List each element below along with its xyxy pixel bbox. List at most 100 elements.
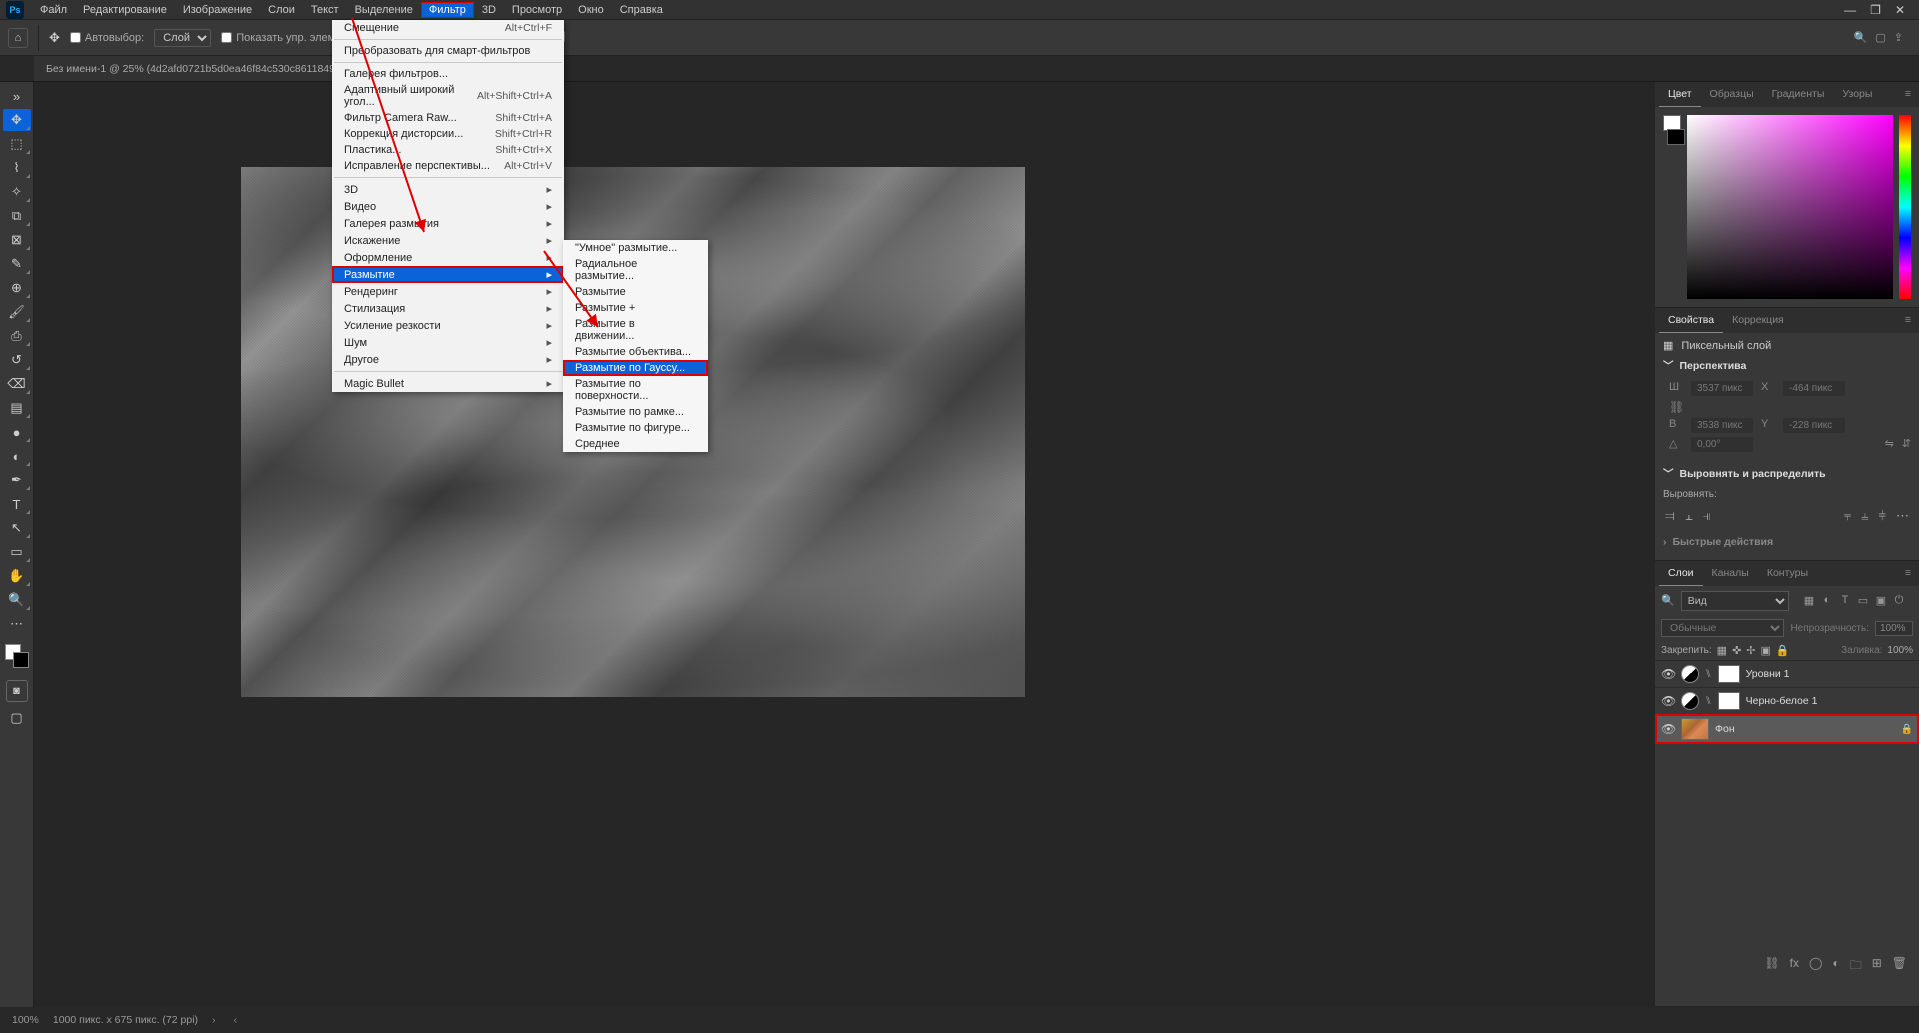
- history-brush-tool[interactable]: ↺: [3, 349, 31, 371]
- chevron-down-icon[interactable]: ﹀: [1663, 358, 1674, 373]
- filter-menu-item[interactable]: Шум▸: [332, 334, 564, 351]
- align-header[interactable]: Выровнять и распределить: [1680, 468, 1826, 480]
- search-icon[interactable]: 🔍: [1854, 31, 1868, 44]
- filter-shape-icon[interactable]: ▭: [1855, 594, 1871, 607]
- panel-menu-icon[interactable]: ≡: [1901, 308, 1915, 333]
- angle-value[interactable]: 0,00°: [1691, 437, 1753, 452]
- background-color[interactable]: [13, 652, 29, 668]
- share-icon[interactable]: ⇪: [1894, 31, 1903, 44]
- menu-text[interactable]: Текст: [303, 2, 347, 18]
- search-icon[interactable]: 🔍: [1661, 594, 1675, 607]
- tool-collapse[interactable]: »: [3, 85, 31, 107]
- opacity-value[interactable]: 100%: [1875, 621, 1913, 636]
- filter-toggle[interactable]: ⏻: [1891, 594, 1907, 607]
- quick-mask[interactable]: ◙: [6, 680, 28, 702]
- menu-3d[interactable]: 3D: [474, 2, 504, 18]
- marquee-tool[interactable]: ⬚: [3, 133, 31, 155]
- type-tool[interactable]: T: [3, 493, 31, 515]
- blur-menu-item[interactable]: "Умное" размытие...: [563, 240, 708, 256]
- chevron-down-icon[interactable]: ﹀: [1663, 466, 1674, 481]
- filter-menu-item[interactable]: Галерея размытия▸: [332, 215, 564, 232]
- w-value[interactable]: 3537 пикс: [1691, 381, 1753, 396]
- menu-layers[interactable]: Слои: [260, 2, 303, 18]
- workspace-icon[interactable]: ▢: [1875, 31, 1885, 44]
- tab-color[interactable]: Цвет: [1659, 82, 1701, 107]
- x-value[interactable]: -464 пикс: [1783, 381, 1845, 396]
- color-swatch[interactable]: [5, 644, 29, 668]
- blend-mode[interactable]: Обычные: [1661, 619, 1784, 637]
- autoselect-checkbox[interactable]: Автовыбор:: [70, 32, 144, 44]
- doc-info[interactable]: 1000 пикс. x 675 пикс. (72 ppi): [53, 1014, 198, 1026]
- align-right-icon[interactable]: ⫣: [1703, 508, 1711, 524]
- layer-mask[interactable]: [1718, 665, 1740, 683]
- hue-slider[interactable]: [1899, 115, 1911, 299]
- visibility-icon[interactable]: 👁: [1661, 694, 1675, 708]
- stamp-tool[interactable]: ⎙: [3, 325, 31, 347]
- blur-menu-item[interactable]: Размытие: [563, 284, 708, 300]
- lock-icon[interactable]: 🔒: [1901, 724, 1913, 735]
- filter-menu-item[interactable]: Адаптивный широкий угол...Alt+Shift+Ctrl…: [332, 82, 564, 110]
- blur-menu-item[interactable]: Размытие по рамке...: [563, 404, 708, 420]
- filter-menu-item[interactable]: Исправление перспективы...Alt+Ctrl+V: [332, 158, 564, 174]
- eraser-tool[interactable]: ⌫: [3, 373, 31, 395]
- canvas-viewport[interactable]: [34, 82, 1655, 1007]
- h-value[interactable]: 3538 пикс: [1691, 418, 1753, 433]
- align-left-icon[interactable]: ⫤: [1665, 508, 1675, 524]
- layer-thumbnail[interactable]: [1681, 718, 1709, 740]
- layer-name[interactable]: Черно-белое 1: [1746, 695, 1913, 707]
- move-tool[interactable]: ✥: [3, 109, 31, 131]
- pen-tool[interactable]: ✒: [3, 469, 31, 491]
- zoom-tool[interactable]: 🔍: [3, 589, 31, 611]
- filter-menu-item[interactable]: Пластика...Shift+Ctrl+X: [332, 142, 564, 158]
- lock-all-icon[interactable]: 🔒: [1776, 644, 1790, 657]
- gradient-tool[interactable]: ▤: [3, 397, 31, 419]
- panel-menu-icon[interactable]: ≡: [1901, 561, 1915, 586]
- blur-menu-item[interactable]: Размытие по поверхности...: [563, 376, 708, 404]
- tab-gradients[interactable]: Градиенты: [1763, 82, 1834, 107]
- fx-icon[interactable]: fx: [1790, 956, 1799, 977]
- group-icon[interactable]: 🗀: [1850, 956, 1862, 977]
- align-more-icon[interactable]: ⋯: [1896, 508, 1909, 524]
- tab-properties[interactable]: Свойства: [1659, 308, 1723, 333]
- link-layers-icon[interactable]: ⛓: [1764, 956, 1779, 977]
- chevron-left-icon[interactable]: ‹: [234, 1014, 238, 1026]
- lock-pixels-icon[interactable]: ▦: [1717, 644, 1727, 657]
- menu-image[interactable]: Изображение: [175, 2, 260, 18]
- menu-window[interactable]: Окно: [570, 2, 612, 18]
- path-tool[interactable]: ↖: [3, 517, 31, 539]
- mask-icon[interactable]: ◯: [1809, 956, 1822, 977]
- tab-patterns[interactable]: Узоры: [1833, 82, 1881, 107]
- filter-menu-item[interactable]: 3D▸: [332, 181, 564, 198]
- filter-smart-icon[interactable]: ▣: [1873, 594, 1889, 607]
- menu-view[interactable]: Просмотр: [504, 2, 570, 18]
- menu-filter[interactable]: Фильтр: [421, 2, 474, 18]
- filter-menu-item[interactable]: Видео▸: [332, 198, 564, 215]
- blur-menu-item[interactable]: Среднее: [563, 436, 708, 452]
- filter-menu-item[interactable]: Усиление резкости▸: [332, 317, 564, 334]
- tab-channels[interactable]: Каналы: [1703, 561, 1758, 586]
- chevron-right-icon[interactable]: ›: [1663, 536, 1667, 548]
- visibility-icon[interactable]: 👁: [1661, 667, 1675, 681]
- filter-menu-item[interactable]: Коррекция дисторсии...Shift+Ctrl+R: [332, 126, 564, 142]
- tab-adjustments[interactable]: Коррекция: [1723, 308, 1793, 333]
- flip-h-icon[interactable]: ⇋: [1885, 437, 1894, 452]
- filter-menu-item[interactable]: Галерея фильтров...: [332, 66, 564, 82]
- flip-v-icon[interactable]: ⇵: [1902, 437, 1911, 452]
- layer-row-selected[interactable]: 👁 Фон 🔒: [1655, 714, 1919, 744]
- layer-row[interactable]: 👁 ⑊ Уровни 1: [1655, 660, 1919, 687]
- layer-name[interactable]: Уровни 1: [1746, 668, 1913, 680]
- filter-menu-item[interactable]: Стилизация▸: [332, 300, 564, 317]
- filter-menu-item[interactable]: Другое▸: [332, 351, 564, 368]
- adjustment-icon[interactable]: ◐: [1832, 956, 1839, 977]
- filter-menu-item[interactable]: Magic Bullet▸: [332, 375, 564, 392]
- lock-image-icon[interactable]: ✢: [1746, 644, 1755, 657]
- screen-mode[interactable]: ▢: [3, 707, 31, 729]
- perspective-header[interactable]: Перспектива: [1680, 360, 1747, 372]
- hand-tool[interactable]: ✋: [3, 565, 31, 587]
- tab-swatches[interactable]: Образцы: [1701, 82, 1763, 107]
- menu-edit[interactable]: Редактирование: [75, 2, 175, 18]
- quick-actions-header[interactable]: Быстрые действия: [1673, 536, 1774, 548]
- align-center-v-icon[interactable]: ⫨: [1861, 508, 1868, 524]
- filter-menu-item[interactable]: СмещениеAlt+Ctrl+F: [332, 20, 564, 36]
- align-center-h-icon[interactable]: ⫠: [1685, 508, 1693, 524]
